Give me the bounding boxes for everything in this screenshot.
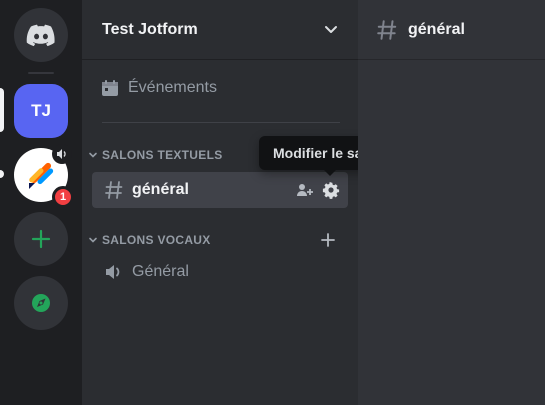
sidebar-divider <box>102 122 340 123</box>
gear-icon[interactable] <box>322 181 340 199</box>
channel-name: général <box>132 181 189 198</box>
plus-icon <box>31 229 51 249</box>
calendar-icon <box>102 80 118 96</box>
events-label: Événements <box>128 79 217 96</box>
voice-active-badge <box>52 144 72 164</box>
speaker-icon <box>57 149 66 159</box>
jotform-logo-icon <box>29 162 54 189</box>
hashtag-icon <box>105 181 123 199</box>
category-text-channels[interactable]: SALONS TEXTUELS <box>88 148 223 162</box>
voice-channel-name: Général <box>132 263 189 280</box>
discord-home-button[interactable] <box>14 8 68 62</box>
channel-item-general[interactable]: général <box>92 172 348 208</box>
channel-title: général <box>408 20 465 38</box>
main-content: général <box>358 0 545 405</box>
category-label: SALONS TEXTUELS <box>102 148 223 162</box>
unread-server-pill <box>0 170 4 178</box>
discover-servers-button[interactable] <box>14 276 68 330</box>
hashtag-icon <box>377 19 397 40</box>
server-header[interactable]: Test Jotform <box>82 0 358 60</box>
add-server-button[interactable] <box>14 212 68 266</box>
server-rail: TJ 1 <box>0 0 82 405</box>
server-name: Test Jotform <box>102 20 198 38</box>
chevron-down-icon <box>89 152 97 158</box>
channel-item-voice-general[interactable]: Général <box>104 262 189 282</box>
events-item[interactable]: Événements <box>100 78 217 98</box>
tooltip-arrow <box>324 170 336 176</box>
invite-members-icon[interactable] <box>296 181 314 199</box>
discord-logo-icon <box>26 24 55 47</box>
server-initials: TJ <box>31 101 51 120</box>
category-voice-channels[interactable]: SALONS VOCAUX <box>88 233 211 247</box>
channel-sidebar: Test Jotform Événements SALONS TEXTUELS … <box>82 0 358 405</box>
server-icon-test-jotform[interactable]: TJ <box>14 84 68 138</box>
channel-header: général <box>358 0 545 60</box>
chevron-down-icon <box>89 237 97 243</box>
server-icon-jotform[interactable]: 1 <box>14 144 74 208</box>
chevron-down-icon <box>325 26 337 33</box>
create-channel-plus-icon[interactable] <box>320 232 336 248</box>
rail-separator <box>28 72 54 74</box>
compass-icon <box>32 294 50 312</box>
channel-actions <box>296 181 340 199</box>
active-server-pill <box>0 88 4 132</box>
mention-badge: 1 <box>52 186 74 208</box>
speaker-icon <box>106 265 120 279</box>
category-label: SALONS VOCAUX <box>102 233 211 247</box>
